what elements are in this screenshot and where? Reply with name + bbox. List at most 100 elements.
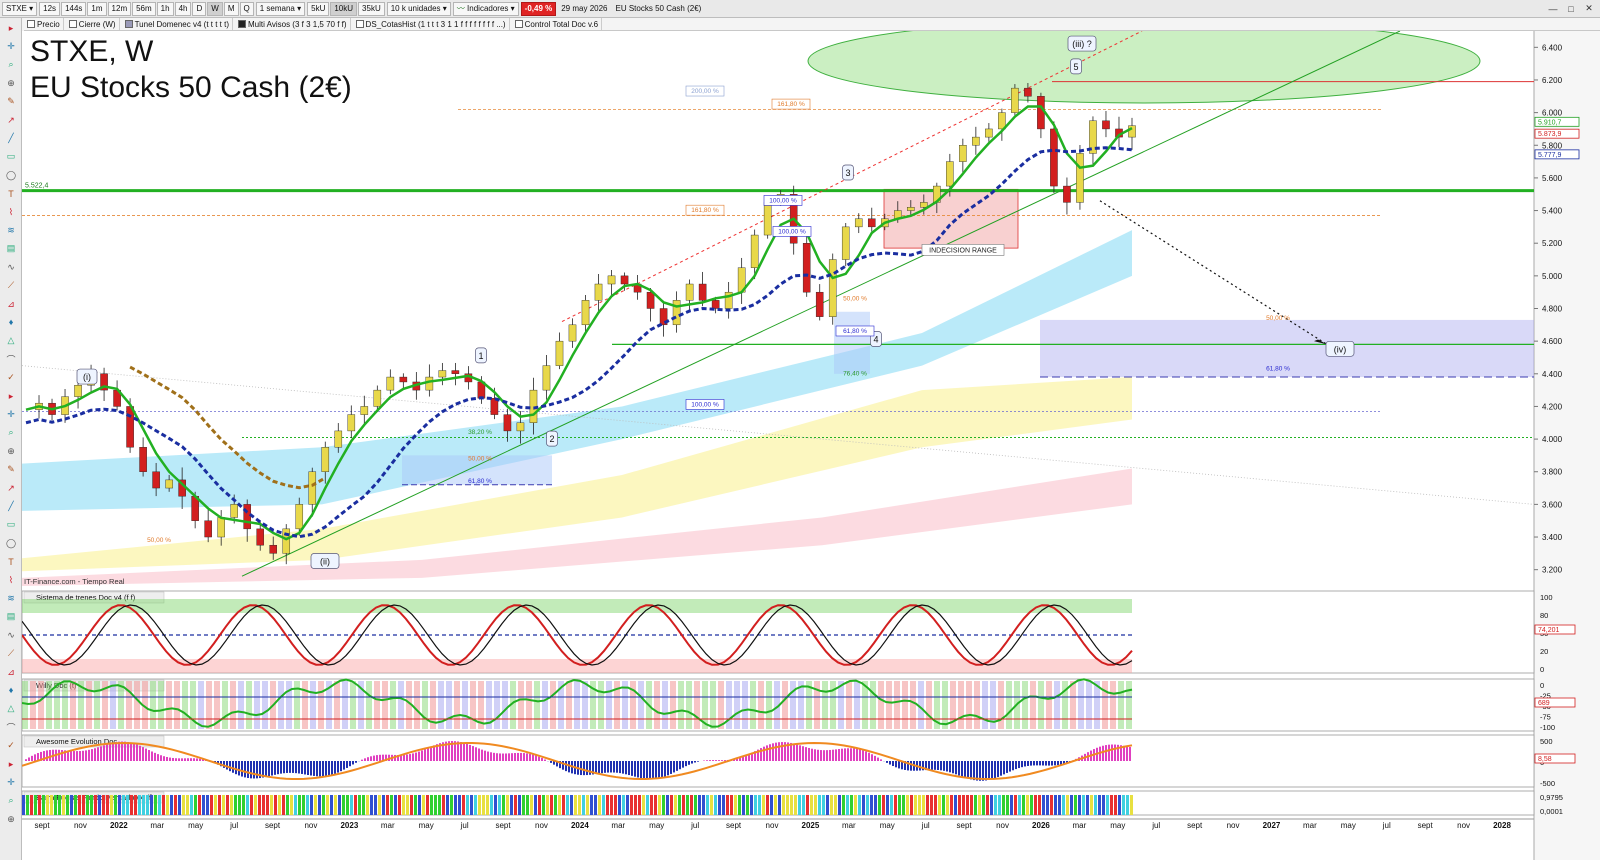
wave-icon[interactable]: ∿	[4, 261, 18, 273]
force-bar	[962, 795, 965, 815]
check-icon[interactable]: ✓	[4, 372, 18, 384]
channel-icon[interactable]: ≋	[4, 592, 18, 604]
willy-bar	[174, 681, 180, 729]
interval-buttons: 12s 144s 1m 12m 56m 1h 4h D W M Q	[39, 1, 254, 16]
force-bar	[694, 795, 697, 815]
close-icon[interactable]: ✕	[1582, 2, 1596, 15]
units-selector[interactable]: 10 k unidades ▾	[386, 1, 451, 16]
indicators-button[interactable]: 〰 Indicadores ▾	[452, 1, 519, 16]
period-selector[interactable]: 1 semana ▾	[255, 1, 306, 16]
zoom-icon[interactable]: ⌕	[4, 59, 18, 71]
trendline-icon[interactable]: ↗	[4, 114, 18, 126]
interval-button-m[interactable]: M	[223, 1, 239, 16]
awesome-bar	[688, 761, 690, 765]
symbol-selector[interactable]: STXE ▾	[2, 1, 38, 16]
force-bar	[1010, 795, 1013, 815]
wave-icon[interactable]: ∿	[4, 629, 18, 641]
awesome-bar	[364, 758, 366, 761]
legend-checkbox[interactable]	[68, 20, 77, 28]
interval-button-144s[interactable]: 144s	[61, 1, 87, 16]
arc-icon[interactable]: ⌒	[4, 353, 18, 365]
arc-icon[interactable]: ⌒	[4, 721, 18, 733]
grid-icon[interactable]: ▤	[4, 611, 18, 623]
fibonacci-icon[interactable]: ⌇	[4, 206, 18, 218]
marker-icon[interactable]: ♦	[4, 684, 18, 696]
tick-button-5ku[interactable]: 5kU	[307, 1, 330, 16]
legend-checkbox[interactable]	[237, 20, 246, 28]
crosshair-icon[interactable]: ✛	[4, 408, 18, 420]
ellipse-icon[interactable]: ◯	[4, 169, 18, 181]
x-tick-label: sept	[1187, 821, 1203, 830]
interval-button-12s[interactable]: 12s	[39, 1, 61, 16]
marker-icon[interactable]: ♦	[4, 316, 18, 328]
legend-checkbox[interactable]	[514, 20, 523, 28]
interval-button-1m[interactable]: 1m	[87, 1, 107, 16]
zoom-in-icon[interactable]: ⊕	[4, 445, 18, 457]
zoom-in-icon[interactable]: ⊕	[4, 77, 18, 89]
force-bar	[950, 795, 953, 815]
maximize-icon[interactable]: □	[1564, 2, 1578, 15]
interval-button-w[interactable]: W	[207, 1, 223, 16]
pencil-icon[interactable]: ✎	[4, 464, 18, 476]
crosshair-icon[interactable]: ✛	[4, 40, 18, 52]
fib-label: 50,00 %	[1266, 315, 1290, 322]
crosshair-icon[interactable]: ✛	[4, 776, 18, 788]
pencil-icon[interactable]: ✎	[4, 96, 18, 108]
text-icon[interactable]: T	[4, 556, 18, 568]
legend-checkbox[interactable]	[124, 20, 133, 28]
zoom-icon[interactable]: ⌕	[4, 427, 18, 439]
arrow-up-icon[interactable]: △	[4, 703, 18, 715]
check-icon[interactable]: ✓	[4, 740, 18, 752]
fibonacci-icon[interactable]: ⌇	[4, 574, 18, 586]
minimize-icon[interactable]: —	[1546, 2, 1560, 15]
legend-checkbox[interactable]	[27, 20, 35, 28]
tick-button-10ku[interactable]: 10kU	[330, 1, 358, 16]
cursor-icon[interactable]: ▸	[4, 22, 18, 34]
interval-button-1h[interactable]: 1h	[156, 1, 174, 16]
interval-button-q[interactable]: Q	[239, 1, 254, 16]
grid-icon[interactable]: ▤	[4, 243, 18, 255]
zoom-icon[interactable]: ⌕	[4, 795, 18, 807]
ray-icon[interactable]: ⟋	[4, 648, 18, 660]
panel-tick-label: 80	[1540, 611, 1548, 620]
interval-button-4h[interactable]: 4h	[174, 1, 192, 16]
force-bar	[790, 795, 793, 815]
interval-button-d[interactable]: D	[192, 1, 207, 16]
channel-icon[interactable]: ≋	[4, 224, 18, 236]
interval-button-56m[interactable]: 56m	[132, 1, 156, 16]
candle-body	[1102, 120, 1110, 130]
ellipse-icon[interactable]: ◯	[4, 537, 18, 549]
line-icon[interactable]: ╱	[4, 132, 18, 144]
willy-bar	[198, 681, 204, 729]
interval-button-12m[interactable]: 12m	[107, 1, 132, 16]
price-chart[interactable]: 3.200 3.400 3.600 3.800 4.000 4.200 4.400 4.600…	[22, 31, 1600, 860]
force-bar	[582, 795, 585, 815]
y-tick-label: 3.200	[1542, 566, 1563, 575]
x-tick-label: 2025	[802, 821, 820, 830]
legend-item[interactable]: Multi Avisos (3 f 3 1,5 70 f f)	[235, 18, 351, 30]
line-icon[interactable]: ╱	[4, 500, 18, 512]
triangle-icon[interactable]: ⊿	[4, 666, 18, 678]
legend-item[interactable]: Tunel Domenec v4 (t t t t t)	[122, 18, 233, 30]
legend-item[interactable]: DS_CotasHist (1 t t t 3 1 1 f f f f f f …	[353, 18, 510, 30]
candle-body	[594, 283, 603, 301]
wave-label: (ii)	[320, 557, 330, 567]
legend-item[interactable]: Precio	[24, 18, 64, 30]
cursor-icon[interactable]: ▸	[4, 390, 18, 402]
triangle-icon[interactable]: ⊿	[4, 298, 18, 310]
force-bar	[762, 795, 765, 815]
tick-button-35ku[interactable]: 35kU	[358, 1, 385, 16]
zoom-in-icon[interactable]: ⊕	[4, 813, 18, 825]
trendline-icon[interactable]: ↗	[4, 482, 18, 494]
force-bar	[966, 795, 969, 815]
text-icon[interactable]: T	[4, 188, 18, 200]
cursor-icon[interactable]: ▸	[4, 758, 18, 770]
instrument-label: EU Stocks 50 Cash (2€)	[615, 4, 702, 13]
rectangle-icon[interactable]: ▭	[4, 519, 18, 531]
legend-checkbox[interactable]	[355, 20, 364, 28]
arrow-up-icon[interactable]: △	[4, 335, 18, 347]
legend-item[interactable]: Cierre (W)	[66, 18, 120, 30]
rectangle-icon[interactable]: ▭	[4, 151, 18, 163]
ray-icon[interactable]: ⟋	[4, 280, 18, 292]
legend-item[interactable]: Control Total Doc v.6	[512, 18, 603, 30]
